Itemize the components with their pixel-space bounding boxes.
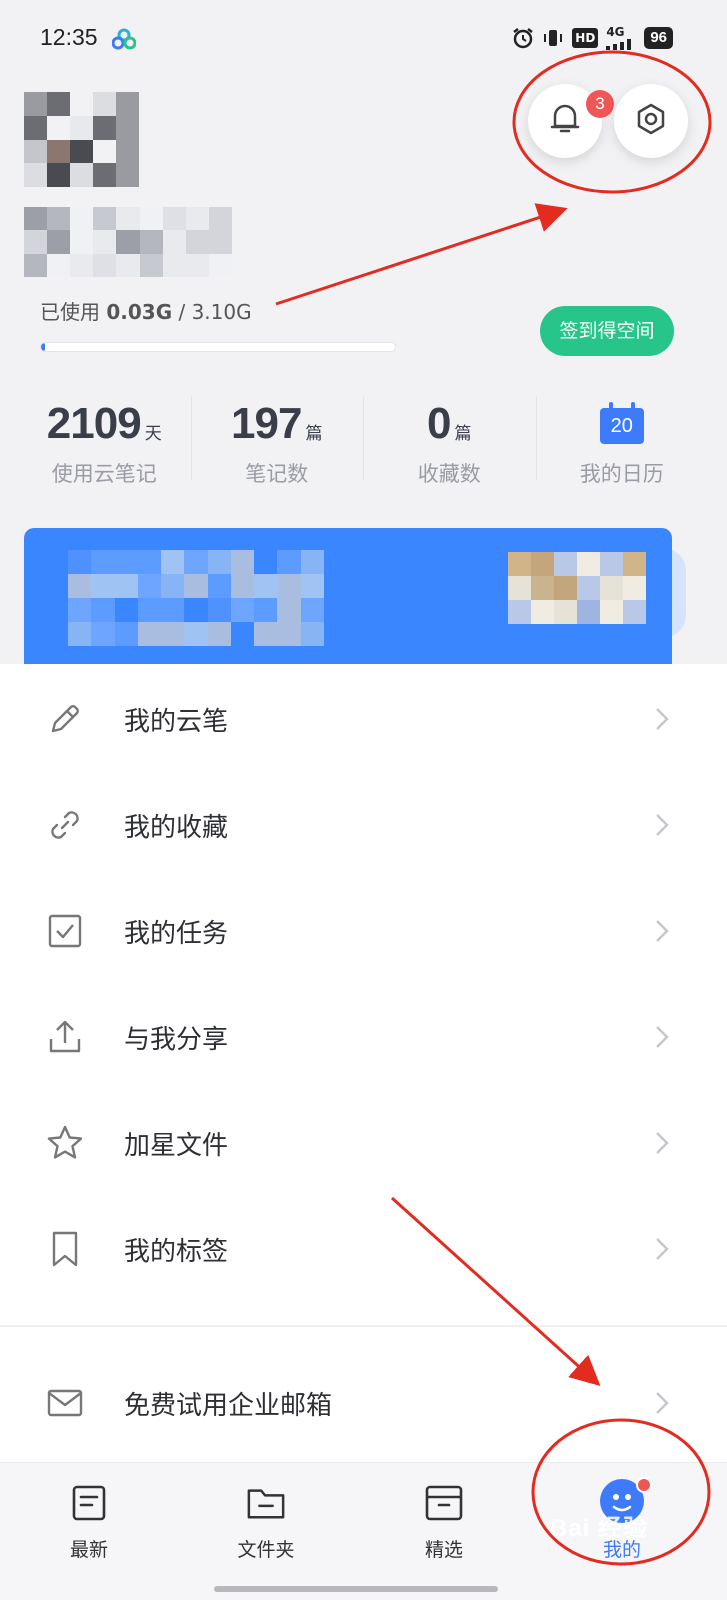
menu-item-my-tasks[interactable]: 我的任务	[0, 878, 727, 984]
alarm-icon	[512, 27, 534, 49]
bell-icon	[548, 101, 582, 141]
document-icon	[69, 1483, 109, 1523]
profile-avatar[interactable]	[24, 92, 139, 187]
inbox-icon	[424, 1483, 464, 1523]
stat-unit: 天	[144, 424, 162, 444]
promo-banner[interactable]	[24, 528, 672, 678]
menu-item-label: 免费试用企业邮箱	[124, 1390, 333, 1421]
calendar-day: 20	[599, 408, 644, 444]
stat-label: 笔记数	[245, 462, 309, 486]
hd-badge: HD	[572, 28, 599, 48]
menu-item-shared-with-me[interactable]: 与我分享	[0, 984, 727, 1090]
chevron-right-icon	[655, 1391, 669, 1415]
checkin-button[interactable]: 签到得空间	[540, 306, 674, 356]
stat-notes[interactable]: 197 篇 笔记数	[190, 392, 364, 492]
menu-item-label: 与我分享	[124, 1024, 229, 1055]
menu-item-my-favorites[interactable]: 我的收藏	[0, 772, 727, 878]
link-icon	[44, 804, 86, 846]
stat-label: 我的日历	[579, 462, 664, 486]
nav-unread-dot	[636, 1477, 652, 1493]
nav-tab-mine[interactable]: 我的	[562, 1463, 682, 1573]
storage-usage-text: 已使用 0.03G / 3.10G	[40, 296, 252, 325]
notification-count-badge: 3	[586, 90, 614, 118]
nav-tab-label: 我的	[602, 1539, 641, 1561]
folder-icon	[246, 1483, 286, 1523]
storage-used: 0.03G	[106, 300, 173, 324]
mail-icon	[44, 1382, 86, 1424]
stat-calendar[interactable]: 20 我的日历	[535, 392, 709, 492]
banner-blurred-image	[508, 552, 646, 624]
stats-row: 2109 天 使用云笔记 197 篇 笔记数 0 篇 收藏数 20 我的日历	[18, 392, 708, 492]
stat-favorites[interactable]: 0 篇 收藏数	[363, 392, 536, 492]
status-bar: 12:35 HD 4G 96	[0, 0, 727, 80]
signal-icon: 4G	[606, 26, 636, 50]
network-label: 4G	[606, 25, 625, 39]
storage-progress-fill	[41, 343, 45, 351]
stat-value: 0	[427, 399, 452, 448]
nav-tab-latest[interactable]: 最新	[29, 1463, 149, 1573]
stat-unit: 篇	[454, 424, 472, 444]
home-indicator[interactable]	[214, 1586, 498, 1592]
nav-tab-label: 文件夹	[237, 1539, 295, 1561]
chevron-right-icon	[655, 1025, 669, 1049]
cloud-app-icon	[111, 28, 137, 50]
bookmark-icon	[44, 1228, 86, 1270]
chevron-right-icon	[655, 1237, 669, 1261]
storage-prefix: 已使用	[40, 300, 107, 324]
menu-item-my-notes[interactable]: 我的云笔	[0, 666, 727, 772]
bottom-nav: 最新 文件夹 精选 我的	[0, 1462, 727, 1600]
settings-button[interactable]	[614, 84, 688, 158]
pencil-icon	[44, 698, 86, 740]
chevron-right-icon	[655, 707, 669, 731]
battery-indicator: 96	[644, 27, 673, 49]
chevron-right-icon	[655, 1131, 669, 1155]
nav-tab-featured[interactable]: 精选	[384, 1463, 504, 1573]
storage-total: 3.10G	[191, 300, 252, 324]
nav-tab-label: 精选	[424, 1539, 463, 1561]
nav-tab-label: 最新	[69, 1539, 108, 1561]
menu-item-label: 我的任务	[124, 918, 229, 949]
storage-separator: /	[172, 300, 192, 324]
calendar-icon: 20	[599, 402, 644, 444]
chevron-right-icon	[655, 813, 669, 837]
status-time: 12:35	[40, 24, 98, 50]
menu-sheet: 我的云笔 我的收藏 我的任务 与我分享 加星文件 我的标签 免费试用企业邮箱	[0, 664, 727, 1464]
menu-item-label: 加星文件	[124, 1130, 229, 1161]
menu-item-enterprise-mail[interactable]: 免费试用企业邮箱	[0, 1350, 727, 1456]
share-icon	[44, 1016, 86, 1058]
vibrate-icon	[542, 27, 564, 49]
storage-progress-bar	[40, 342, 396, 352]
menu-divider	[0, 1325, 727, 1327]
stat-value: 197	[231, 399, 302, 448]
gear-icon	[634, 101, 668, 141]
menu-item-label: 我的收藏	[124, 812, 229, 843]
stat-days[interactable]: 2109 天 使用云笔记	[18, 392, 191, 492]
checkbox-icon	[44, 910, 86, 952]
menu-item-label: 我的标签	[124, 1236, 229, 1267]
stat-label: 收藏数	[417, 462, 481, 486]
profile-username	[24, 207, 232, 277]
banner-blurred-text	[68, 550, 324, 646]
chevron-right-icon	[655, 919, 669, 943]
annotation-arrow-top	[275, 203, 568, 306]
stat-value: 2109	[46, 399, 142, 448]
stat-label: 使用云笔记	[51, 462, 157, 486]
stat-unit: 篇	[305, 424, 323, 444]
menu-item-my-tags[interactable]: 我的标签	[0, 1196, 727, 1302]
menu-item-starred-files[interactable]: 加星文件	[0, 1090, 727, 1196]
menu-item-label: 我的云笔	[124, 706, 229, 737]
nav-tab-folders[interactable]: 文件夹	[206, 1463, 326, 1573]
star-icon	[44, 1122, 86, 1164]
